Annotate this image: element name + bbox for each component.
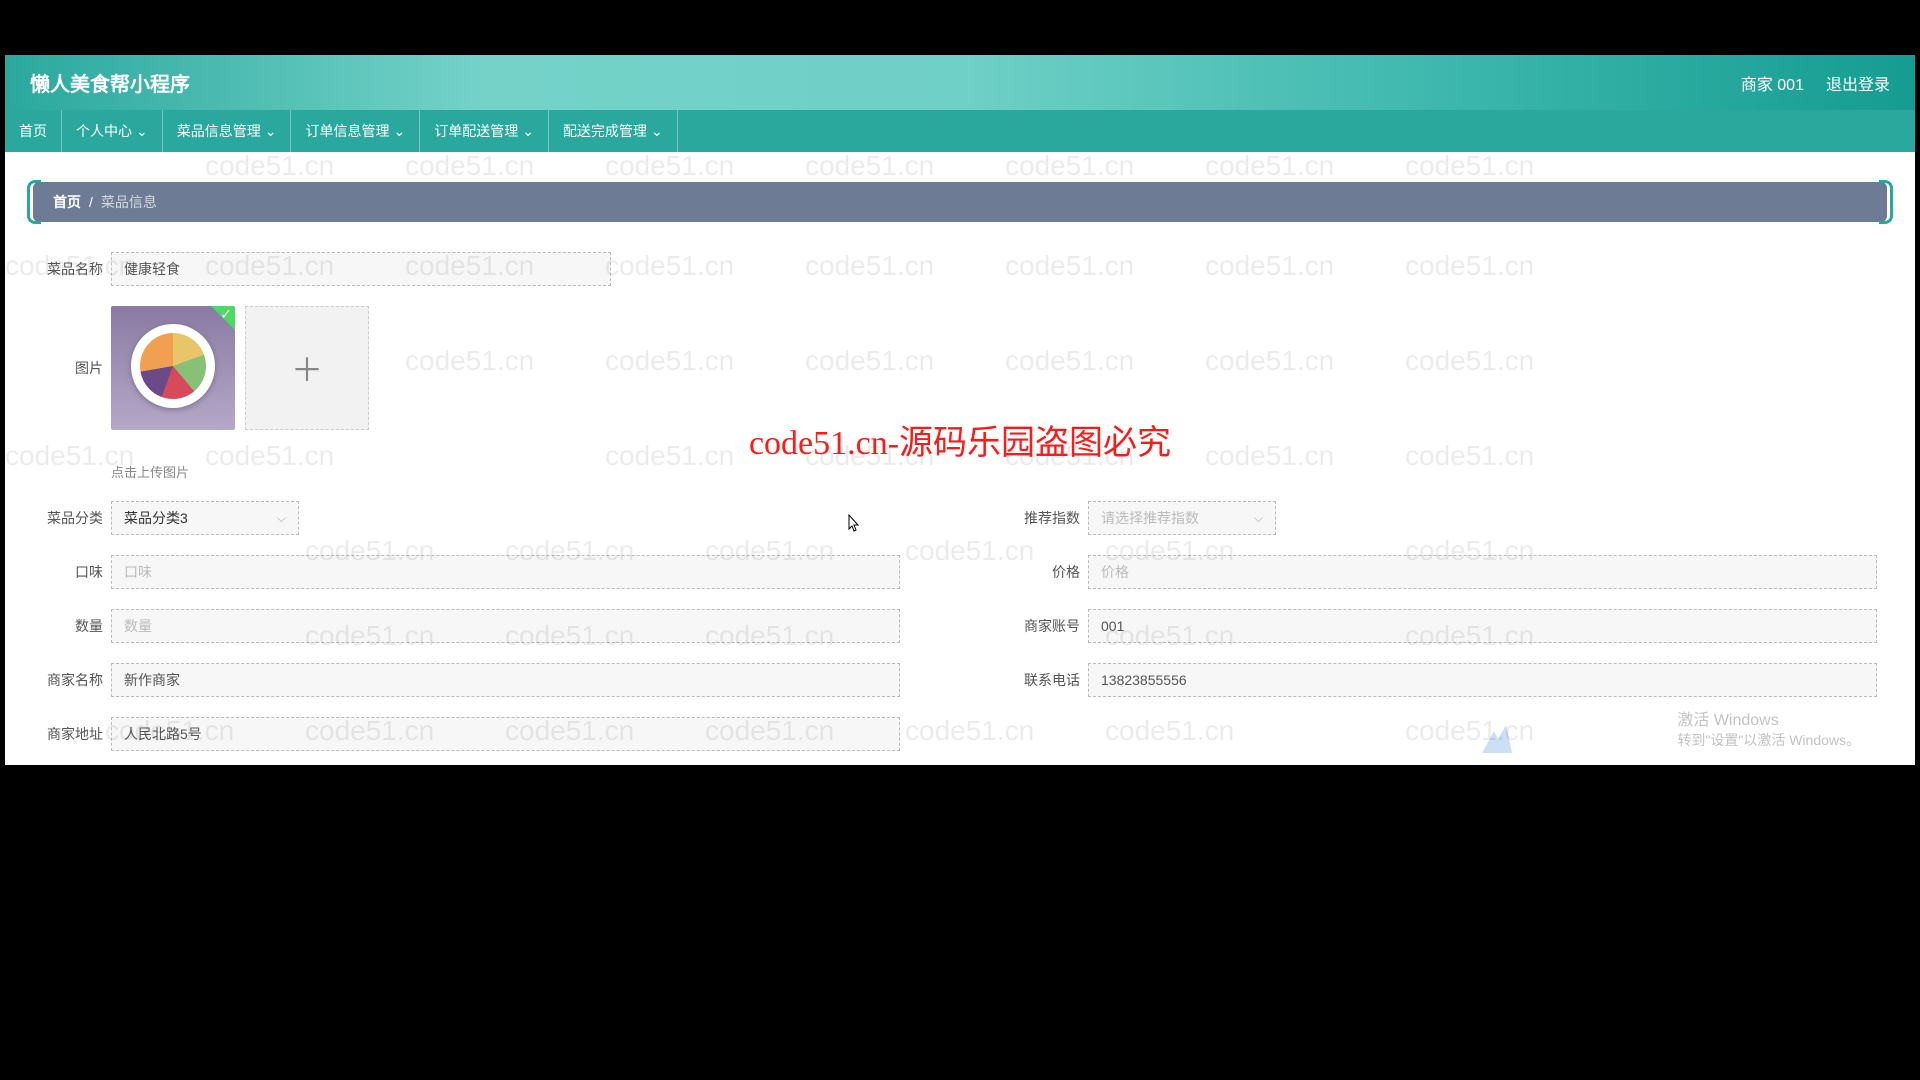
chevron-down-icon: ⌄ bbox=[265, 123, 277, 140]
nav-delivery-manage[interactable]: 订单配送管理⌄ bbox=[420, 110, 549, 152]
decorative-bracket-right bbox=[1879, 180, 1893, 224]
breadcrumb: 首页 / 菜品信息 bbox=[33, 182, 1887, 222]
dish-name-label: 菜品名称 bbox=[43, 259, 103, 279]
chevron-down-icon: ⌄ bbox=[651, 123, 663, 140]
chevron-down-icon: ⌄ bbox=[136, 123, 148, 140]
breadcrumb-home[interactable]: 首页 bbox=[53, 192, 81, 212]
chevron-down-icon: ⌵ bbox=[1254, 511, 1263, 526]
user-label[interactable]: 商家 001 bbox=[1741, 71, 1804, 95]
plus-icon: ＋ bbox=[291, 345, 323, 391]
price-label: 价格 bbox=[1020, 562, 1080, 582]
dish-name-input[interactable] bbox=[111, 252, 611, 286]
uploaded-image-thumb[interactable]: ✓ bbox=[111, 306, 235, 430]
main-nav: 首页 个人中心⌄ 菜品信息管理⌄ 订单信息管理⌄ 订单配送管理⌄ 配送完成管理⌄ bbox=[5, 110, 1915, 152]
merchant-name-label: 商家名称 bbox=[43, 670, 103, 690]
taste-label: 口味 bbox=[43, 562, 103, 582]
merchant-account-label: 商家账号 bbox=[1020, 616, 1080, 636]
check-icon: ✓ bbox=[211, 306, 235, 330]
category-select[interactable]: 菜品分类3 ⌵ bbox=[111, 501, 299, 535]
merchant-account-input[interactable] bbox=[1088, 609, 1877, 643]
phone-label: 联系电话 bbox=[1020, 670, 1080, 690]
address-label: 商家地址 bbox=[43, 724, 103, 744]
category-label: 菜品分类 bbox=[43, 508, 103, 528]
address-input[interactable] bbox=[111, 717, 900, 751]
add-image-button[interactable]: ＋ bbox=[245, 306, 369, 430]
quantity-label: 数量 bbox=[43, 616, 103, 636]
recommend-label: 推荐指数 bbox=[1020, 508, 1080, 528]
breadcrumb-current: 菜品信息 bbox=[101, 192, 157, 212]
chevron-down-icon: ⌵ bbox=[277, 511, 286, 526]
activate-windows-notice: 激活 Windows 转到"设置"以激活 Windows。 bbox=[1677, 706, 1860, 750]
nav-profile[interactable]: 个人中心⌄ bbox=[62, 110, 163, 152]
nav-home[interactable]: 首页 bbox=[5, 110, 62, 152]
chevron-down-icon: ⌄ bbox=[393, 123, 405, 140]
nav-dish-manage[interactable]: 菜品信息管理⌄ bbox=[163, 110, 292, 152]
quantity-input[interactable] bbox=[111, 609, 900, 643]
app-title: 懒人美食帮小程序 bbox=[30, 68, 190, 97]
image-label: 图片 bbox=[43, 358, 103, 378]
recommend-select[interactable]: 请选择推荐指数 ⌵ bbox=[1088, 501, 1276, 535]
decorative-bracket-left bbox=[27, 180, 41, 224]
phone-input[interactable] bbox=[1088, 663, 1877, 697]
taste-input[interactable] bbox=[111, 555, 900, 589]
logo-faded bbox=[1476, 721, 1516, 761]
price-input[interactable] bbox=[1088, 555, 1877, 589]
logout-link[interactable]: 退出登录 bbox=[1826, 71, 1890, 95]
chevron-down-icon: ⌄ bbox=[522, 123, 534, 140]
nav-complete-manage[interactable]: 配送完成管理⌄ bbox=[549, 110, 678, 152]
upload-hint: 点击上传图片 bbox=[111, 462, 1877, 481]
merchant-name-input[interactable] bbox=[111, 663, 900, 697]
nav-order-manage[interactable]: 订单信息管理⌄ bbox=[291, 110, 420, 152]
app-header: 懒人美食帮小程序 商家 001 退出登录 bbox=[5, 55, 1915, 110]
